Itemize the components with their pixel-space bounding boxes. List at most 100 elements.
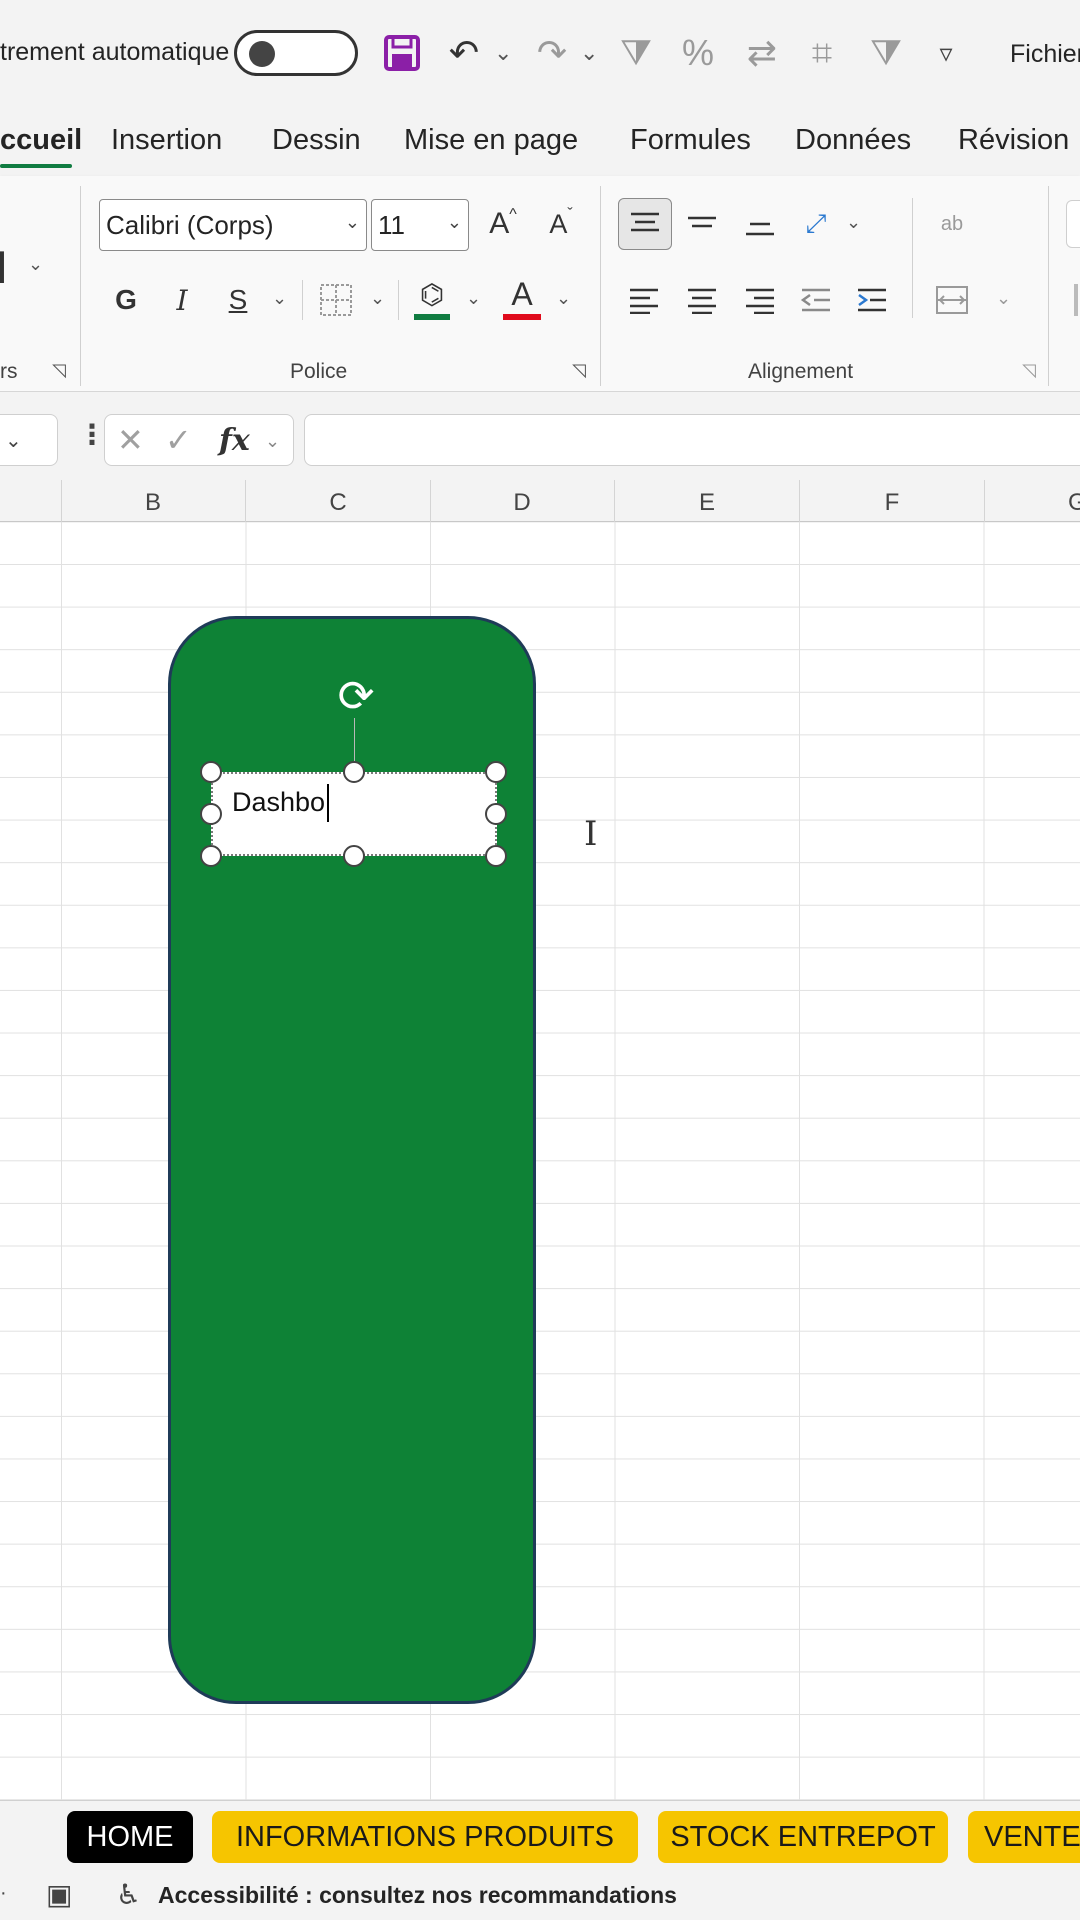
- italic-button[interactable]: I: [160, 274, 204, 326]
- autosave-label: trement automatique: [0, 38, 230, 66]
- bold-button[interactable]: G: [104, 274, 148, 326]
- column-header-c[interactable]: C: [246, 489, 430, 517]
- number-format-partial[interactable]: [1066, 200, 1080, 248]
- underline-button[interactable]: S: [216, 274, 260, 326]
- tab-formules[interactable]: Formules: [630, 124, 751, 157]
- accessibility-icon[interactable]: ♿: [116, 1878, 141, 1911]
- select-objects-icon[interactable]: ⌗: [798, 28, 846, 78]
- accessibility-status[interactable]: Accessibilité : consultez nos recommanda…: [158, 1882, 677, 1909]
- resize-handle-top-right[interactable]: [485, 761, 507, 783]
- group-separator: [302, 280, 303, 320]
- name-box[interactable]: ⌄: [0, 414, 58, 466]
- sheet-tab-home[interactable]: HOME: [67, 1811, 193, 1863]
- group-separator: [600, 186, 601, 386]
- ribbon-tabs: ccueil Insertion Dessin Mise en page For…: [0, 110, 1080, 176]
- font-color-chevron-icon[interactable]: ⌄: [556, 288, 571, 309]
- tab-dessin[interactable]: Dessin: [272, 124, 361, 157]
- undo-chevron-icon[interactable]: ⌄: [494, 40, 512, 66]
- underline-chevron-icon[interactable]: ⌄: [272, 288, 287, 309]
- resize-handle-left[interactable]: [200, 803, 222, 825]
- column-header-g[interactable]: G: [984, 489, 1080, 517]
- percent-icon[interactable]: %: [674, 28, 722, 78]
- status-bar: · ▣ ♿ Accessibilité : consultez nos reco…: [0, 1870, 1080, 1920]
- resize-handle-top-left[interactable]: [200, 761, 222, 783]
- align-bottom-button[interactable]: [738, 198, 782, 250]
- ribbon: ▌ ⌄ rs ◹ Calibri (Corps) ⌄ 11 ⌄ A ^ Aˇ G …: [0, 176, 1080, 392]
- status-partial-icon: ·: [0, 1882, 7, 1904]
- active-tab-indicator: [0, 164, 72, 168]
- customize-toolbar-icon[interactable]: ▿: [922, 28, 970, 78]
- file-menu[interactable]: Fichier: [1010, 40, 1080, 69]
- paste-chevron-icon[interactable]: ⌄: [28, 254, 43, 275]
- font-color-button[interactable]: A: [500, 272, 544, 316]
- increase-indent-button[interactable]: [850, 274, 894, 326]
- group-launcher-icon[interactable]: ◹: [52, 360, 66, 381]
- group-label-police: Police: [290, 360, 348, 383]
- column-header-b[interactable]: B: [61, 489, 245, 517]
- orientation-chevron-icon[interactable]: ⌄: [846, 212, 861, 233]
- tab-insertion[interactable]: Insertion: [111, 124, 222, 157]
- align-right-button[interactable]: [738, 274, 782, 326]
- group-separator: [80, 186, 81, 386]
- police-launcher-icon[interactable]: ◹: [572, 360, 586, 381]
- merge-cells-icon[interactable]: ⇄: [738, 28, 786, 78]
- insert-function-icon[interactable]: fx: [219, 423, 250, 458]
- fill-color-chevron-icon[interactable]: ⌄: [466, 288, 481, 309]
- tab-accueil[interactable]: ccueil: [0, 124, 82, 157]
- align-middle-button[interactable]: [680, 198, 724, 250]
- resize-handle-top[interactable]: [343, 761, 365, 783]
- merge-chevron-icon[interactable]: ⌄: [996, 288, 1011, 309]
- grow-font-button[interactable]: A ^: [478, 198, 528, 250]
- orientation-icon[interactable]: ⤢: [794, 198, 838, 250]
- borders-button[interactable]: [314, 276, 358, 324]
- group-label-alignement: Alignement: [748, 360, 854, 383]
- align-left-button[interactable]: [622, 274, 666, 326]
- group-label-partial: rs: [0, 360, 18, 383]
- merge-center-button[interactable]: [928, 274, 976, 326]
- sheet-tab-informations-produits[interactable]: INFORMATIONS PRODUITS: [212, 1811, 638, 1863]
- fx-chevron-icon[interactable]: ⌄: [265, 431, 280, 452]
- rotate-handle-icon[interactable]: ⟳: [330, 670, 382, 722]
- more-options-icon[interactable]: ⋮: [78, 418, 106, 451]
- column-header-f[interactable]: F: [800, 489, 984, 517]
- resize-handle-bottom-left[interactable]: [200, 845, 222, 867]
- text-box-content[interactable]: Dashbo: [232, 787, 325, 818]
- macro-recording-icon[interactable]: ▣: [46, 1878, 72, 1911]
- alignement-launcher-icon[interactable]: ◹: [1022, 360, 1036, 381]
- decrease-indent-button[interactable]: [794, 274, 838, 326]
- sheet-tab-vente[interactable]: VENTE: [968, 1811, 1080, 1863]
- align-top-button[interactable]: [618, 198, 672, 250]
- font-size-select[interactable]: 11 ⌄: [371, 199, 469, 251]
- group-separator: [912, 198, 913, 318]
- resize-handle-bottom-right[interactable]: [485, 845, 507, 867]
- tab-donnees[interactable]: Données: [795, 124, 911, 157]
- wrap-text-button[interactable]: ab: [928, 200, 976, 248]
- resize-handle-right[interactable]: [485, 803, 507, 825]
- cancel-icon[interactable]: ✕: [117, 421, 144, 459]
- sheet-tab-stock-entrepot[interactable]: STOCK ENTREPOT: [658, 1811, 948, 1863]
- resize-handle-bottom[interactable]: [343, 845, 365, 867]
- borders-icon: [320, 284, 352, 316]
- undo-icon[interactable]: ↶: [440, 28, 488, 78]
- paste-partial-icon[interactable]: ▌: [0, 246, 14, 286]
- column-header-d[interactable]: D: [430, 489, 614, 517]
- confirm-icon[interactable]: ✓: [165, 421, 192, 459]
- autosave-toggle[interactable]: [234, 30, 358, 76]
- formula-input[interactable]: [304, 414, 1080, 466]
- cell-grid[interactable]: [0, 522, 1080, 1800]
- fill-color-icon[interactable]: ⌬: [410, 272, 454, 316]
- align-center-button[interactable]: [680, 274, 724, 326]
- tab-mise-en-page[interactable]: Mise en page: [404, 124, 578, 157]
- redo-icon[interactable]: ↷: [528, 28, 576, 78]
- font-name-select[interactable]: Calibri (Corps) ⌄: [99, 199, 367, 251]
- clear-filter-icon[interactable]: ⧩: [612, 28, 660, 78]
- redo-chevron-icon[interactable]: ⌄: [580, 40, 598, 66]
- column-header-e[interactable]: E: [615, 489, 799, 517]
- borders-chevron-icon[interactable]: ⌄: [370, 288, 385, 309]
- shrink-font-button[interactable]: Aˇ: [536, 198, 586, 250]
- name-box-chevron-icon: ⌄: [5, 430, 22, 452]
- align-bottom-icon: [746, 222, 774, 236]
- tab-revision[interactable]: Révision: [958, 124, 1069, 157]
- filter-icon[interactable]: ⧩: [862, 28, 910, 78]
- save-icon[interactable]: [378, 28, 426, 78]
